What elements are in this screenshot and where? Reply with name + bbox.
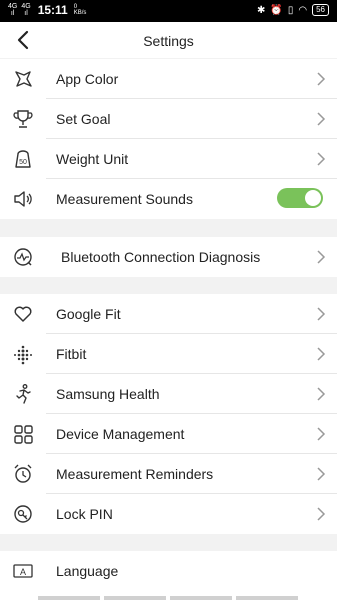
weight-badge: 50 <box>19 159 27 166</box>
signal-1-bars: ıl <box>10 10 15 17</box>
chevron-right-icon <box>317 112 326 126</box>
chevron-right-icon <box>317 347 326 361</box>
bluetooth-diagnosis-label: Bluetooth Connection Diagnosis <box>61 249 261 265</box>
vibrate-status-icon: ▯ <box>287 4 294 16</box>
speaker-icon <box>14 191 32 207</box>
section-gap <box>0 219 337 237</box>
alarm-clock-icon <box>14 464 32 483</box>
fitbit-label: Fitbit <box>56 346 87 362</box>
nav-segment <box>236 596 298 600</box>
fitbit-dots-icon <box>14 345 32 365</box>
signal-1-label: 4G <box>8 3 18 10</box>
page-title: Settings <box>143 33 194 49</box>
status-time: 15:11 <box>37 3 68 17</box>
toggle-knob <box>305 190 321 206</box>
settings-item-language[interactable]: A Language <box>0 551 337 591</box>
settings-item-google-fit[interactable]: Google Fit <box>0 294 337 334</box>
samsung-health-label: Samsung Health <box>56 386 160 402</box>
gesture-bar <box>38 596 298 600</box>
lock-icon <box>14 505 32 523</box>
heart-icon <box>14 306 32 322</box>
settings-item-set-goal[interactable]: Set Goal <box>0 99 337 139</box>
grid-icon <box>14 425 33 444</box>
alarm-status-icon: ⏰ <box>270 4 283 16</box>
settings-item-measurement-sounds: Measurement Sounds <box>0 179 337 219</box>
lock-pin-label: Lock PIN <box>56 506 113 522</box>
settings-item-fitbit[interactable]: Fitbit <box>0 334 337 374</box>
chevron-right-icon <box>317 507 326 521</box>
wifi-status-icon: ◠ <box>298 4 308 16</box>
settings-item-lock-pin[interactable]: Lock PIN <box>0 494 337 534</box>
nav-segment <box>38 596 100 600</box>
trophy-icon <box>13 110 33 128</box>
signal-indicator-2: 4G ıl <box>21 3 30 17</box>
runner-icon <box>16 384 31 404</box>
nav-segment <box>170 596 232 600</box>
settings-item-weight-unit[interactable]: 50 Weight Unit <box>0 139 337 179</box>
battery-indicator: 56 <box>312 4 329 16</box>
chevron-right-icon <box>317 427 326 441</box>
speed-unit: KB/s <box>73 10 87 16</box>
chevron-right-icon <box>317 307 326 321</box>
chevron-right-icon <box>317 152 326 166</box>
chevron-right-icon <box>317 250 326 264</box>
language-badge: A <box>20 567 26 577</box>
palette-icon <box>15 71 32 87</box>
settings-item-measurement-reminders[interactable]: Measurement Reminders <box>0 454 337 494</box>
settings-item-bluetooth-diagnosis[interactable]: Bluetooth Connection Diagnosis <box>0 237 337 277</box>
settings-item-samsung-health[interactable]: Samsung Health <box>0 374 337 414</box>
measurement-sounds-toggle[interactable] <box>277 188 323 208</box>
signal-2-label: 4G <box>21 3 31 10</box>
section-gap <box>0 534 337 551</box>
weight-icon: 50 <box>15 150 31 168</box>
signal-2-bars: ıl <box>24 10 28 17</box>
status-bar: 4G ıl 4G ıl 15:11 0 KB/s ✱ ⏰ ▯ ◠ 56 <box>0 0 337 22</box>
chevron-right-icon <box>317 387 326 401</box>
chevron-right-icon <box>317 467 326 481</box>
settings-item-app-color[interactable]: App Color <box>0 59 337 99</box>
chevron-right-icon <box>317 72 326 86</box>
signal-indicator-1: 4G ıl <box>8 3 17 17</box>
language-icon: A <box>13 564 33 578</box>
google-fit-label: Google Fit <box>56 306 121 322</box>
settings-item-device-management[interactable]: Device Management <box>0 414 337 454</box>
measurement-sounds-label: Measurement Sounds <box>56 191 193 207</box>
measurement-reminders-label: Measurement Reminders <box>56 466 214 482</box>
weight-unit-label: Weight Unit <box>56 151 129 167</box>
network-speed: 0 KB/s <box>74 4 87 16</box>
language-label: Language <box>56 563 119 579</box>
diagnosis-icon <box>14 248 32 266</box>
section-gap <box>0 277 337 294</box>
device-management-label: Device Management <box>56 426 185 442</box>
bluetooth-status-icon: ✱ <box>257 4 266 16</box>
header: Settings <box>0 22 337 58</box>
set-goal-label: Set Goal <box>56 111 111 127</box>
nav-segment <box>104 596 166 600</box>
app-color-label: App Color <box>56 71 119 87</box>
